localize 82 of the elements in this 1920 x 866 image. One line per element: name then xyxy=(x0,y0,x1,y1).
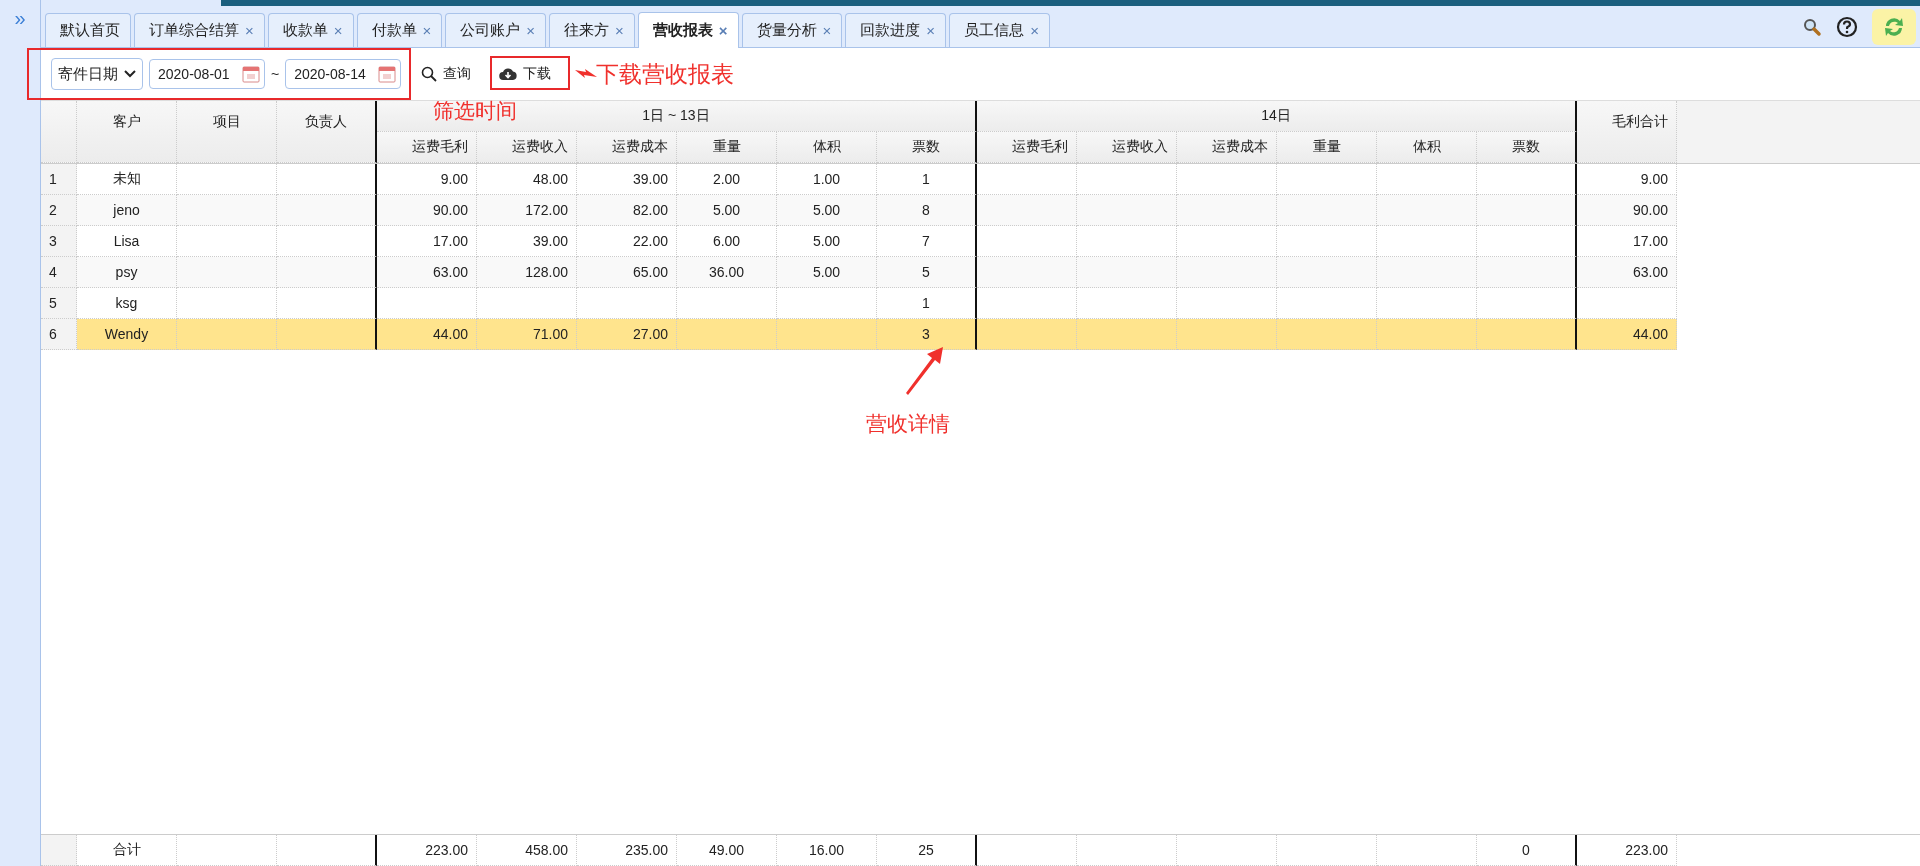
calendar-icon[interactable] xyxy=(242,65,260,83)
row-number: 4 xyxy=(41,257,77,288)
range-separator: ~ xyxy=(271,66,280,82)
total-cell: 458.00 xyxy=(477,835,577,866)
group-header: 14日 xyxy=(977,101,1577,132)
column-header: 运费收入 xyxy=(1077,132,1177,163)
search-icon xyxy=(421,66,438,82)
column-header: 票数 xyxy=(877,132,977,163)
table-cell: 27.00 xyxy=(577,319,677,350)
total-cell: 223.00 xyxy=(1577,835,1677,866)
tab[interactable]: 回款进度 × xyxy=(845,13,947,47)
total-cell: 49.00 xyxy=(677,835,777,866)
date-field[interactable]: 2020-08-14 xyxy=(285,59,402,89)
table-cell: psy xyxy=(77,257,177,288)
annotation-label: 营收详情 xyxy=(866,411,950,437)
table-cell: 63.00 xyxy=(377,257,477,288)
table-cell: 63.00 xyxy=(1577,257,1677,288)
column-header: 运费成本 xyxy=(577,132,677,163)
annotation-label: 下载营收报表 xyxy=(596,60,734,89)
column-header: 毛利合计 xyxy=(1577,101,1677,163)
row-number: 1 xyxy=(41,164,77,195)
tab[interactable]: 员工信息 × xyxy=(949,13,1050,47)
total-cell: 235.00 xyxy=(577,835,677,866)
table-cell: 71.00 xyxy=(477,319,577,350)
table-cell: 90.00 xyxy=(377,195,477,226)
row-number: 2 xyxy=(41,195,77,226)
column-header: 项目 xyxy=(177,101,277,163)
calendar-icon[interactable] xyxy=(378,65,397,83)
column-header: 客户 xyxy=(77,101,177,163)
table-cell: jeno xyxy=(77,195,177,226)
table-cell: 90.00 xyxy=(1577,195,1677,226)
table-cell: 36.00 xyxy=(677,257,777,288)
column-header: 运费收入 xyxy=(477,132,577,163)
column-header: 体积 xyxy=(777,132,877,163)
row-number: 3 xyxy=(41,226,77,257)
table-cell: 82.00 xyxy=(577,195,677,226)
annotation-arrow xyxy=(904,346,944,396)
refresh-icon[interactable] xyxy=(1872,8,1916,45)
tab[interactable]: 营收报表 × xyxy=(637,12,739,48)
annotation-label: 筛选时间 xyxy=(433,98,517,124)
column-header: 运费毛利 xyxy=(977,132,1077,163)
column-header: 运费成本 xyxy=(1177,132,1277,163)
table-cell: 65.00 xyxy=(577,257,677,288)
total-cell: 合计 xyxy=(77,835,177,866)
row-number: 6 xyxy=(41,319,77,350)
column-header: 票数 xyxy=(1477,132,1577,163)
date-field[interactable]: 2020-08-01 xyxy=(149,59,265,89)
table-cell: 128.00 xyxy=(477,257,577,288)
cloud-download-icon xyxy=(499,67,518,81)
table-cell: 5 xyxy=(877,257,977,288)
table-cell: 44.00 xyxy=(377,319,477,350)
column-header: 运费毛利 xyxy=(377,132,477,163)
chevron-down-icon xyxy=(124,70,136,78)
table-cell: 5.00 xyxy=(677,195,777,226)
tab[interactable]: 收款单 × xyxy=(267,13,354,47)
tab[interactable]: 往来方 × xyxy=(549,13,635,47)
total-cell: 16.00 xyxy=(777,835,877,866)
table-cell: Wendy xyxy=(77,319,177,350)
table-cell: 8 xyxy=(877,195,977,226)
column-header: 重量 xyxy=(1277,132,1377,163)
help-icon[interactable] xyxy=(1836,15,1858,38)
tab[interactable]: 公司账户 × xyxy=(445,13,547,47)
query-button[interactable]: 查询 xyxy=(413,61,480,87)
date-type-select[interactable]: 寄件日期 xyxy=(51,58,143,90)
column-header: 重量 xyxy=(677,132,777,163)
download-button[interactable]: 下载 xyxy=(491,61,560,87)
total-cell: 25 xyxy=(877,835,977,866)
table-cell: 44.00 xyxy=(1577,319,1677,350)
tab[interactable]: 付款单 × xyxy=(356,13,443,47)
total-cell: 223.00 xyxy=(377,835,477,866)
table-cell: 5.00 xyxy=(777,257,877,288)
row-number: 5 xyxy=(41,288,77,319)
table-cell: 5.00 xyxy=(777,195,877,226)
column-header: 负责人 xyxy=(277,101,377,163)
tab[interactable]: 默认首页 xyxy=(45,13,131,47)
column-header: 体积 xyxy=(1377,132,1477,163)
table-cell: 172.00 xyxy=(477,195,577,226)
search-icon[interactable] xyxy=(1802,16,1822,37)
table-cell: 3 xyxy=(877,319,977,350)
total-cell: 0 xyxy=(1477,835,1577,866)
tab[interactable]: 货量分析 × xyxy=(741,13,843,47)
tab[interactable]: 订单综合结算 × xyxy=(134,13,265,47)
